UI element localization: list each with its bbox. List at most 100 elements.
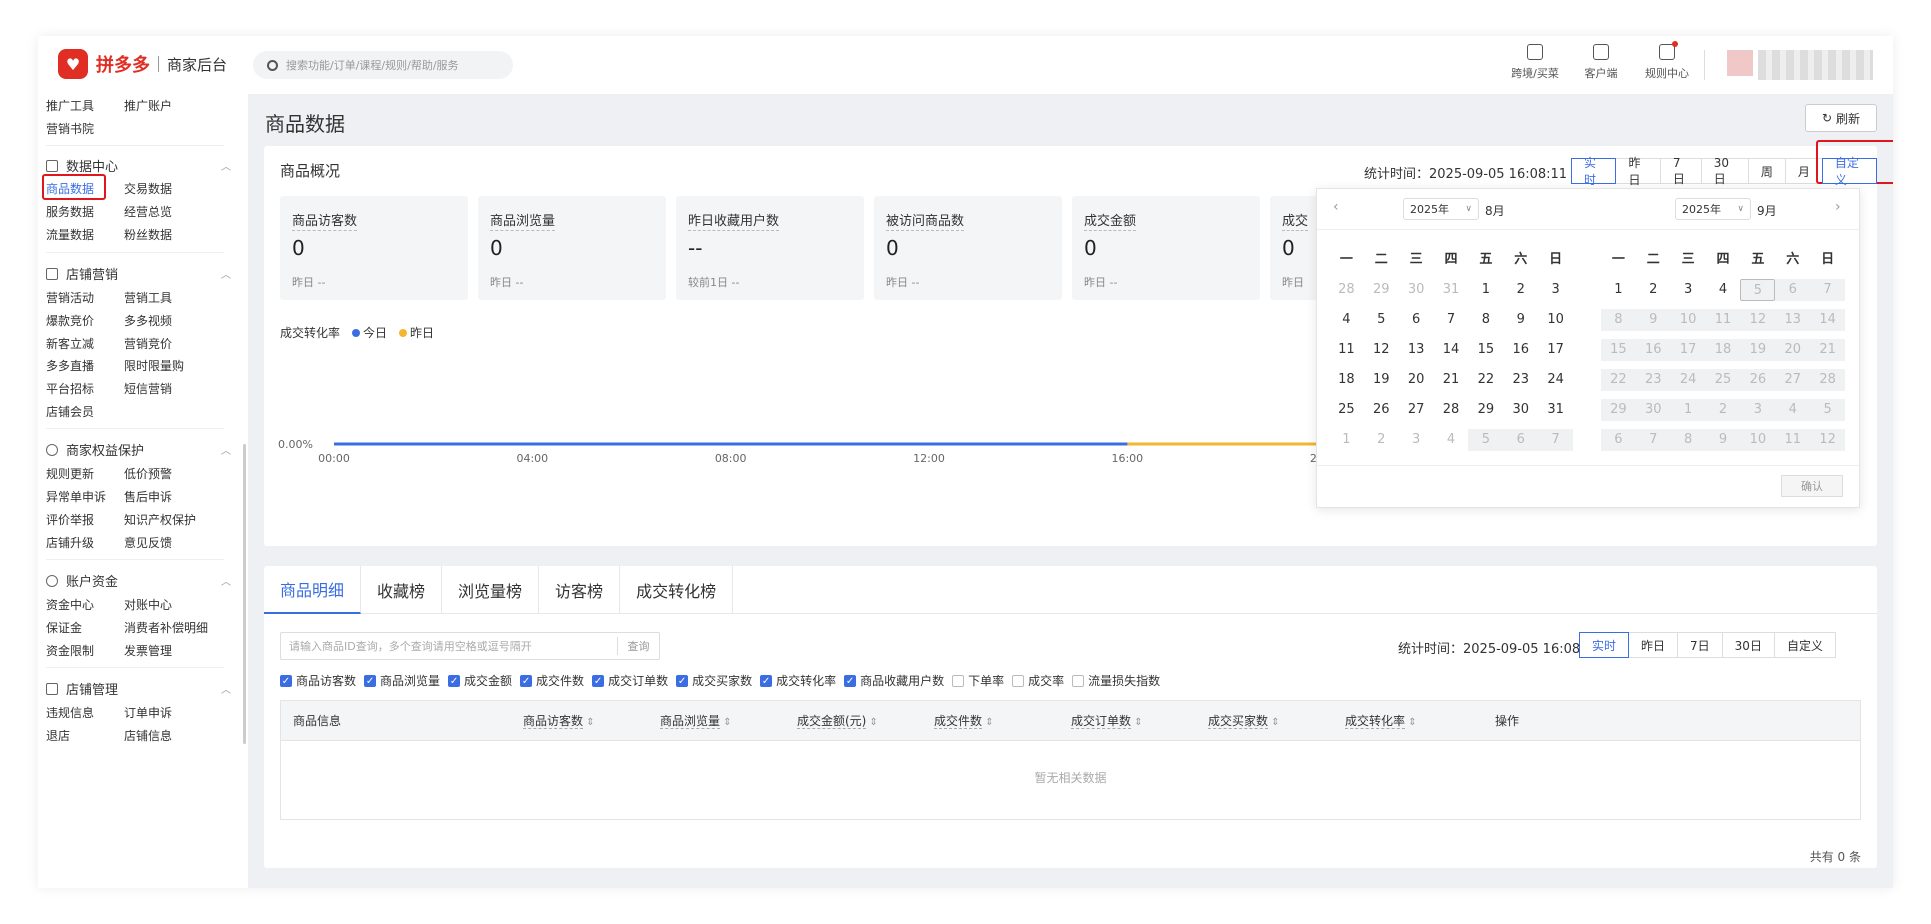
sidebar-item[interactable]: 意见反馈 bbox=[124, 534, 172, 551]
range-custom[interactable]: 自定义 bbox=[1773, 632, 1836, 658]
global-search-input[interactable]: 搜索功能/订单/课程/规则/帮助/服务 bbox=[253, 51, 513, 79]
refresh-button[interactable]: ↻ 刷新 bbox=[1805, 104, 1877, 132]
calendar-day[interactable]: 30 bbox=[1503, 399, 1538, 421]
calendar-day[interactable]: 5 bbox=[1468, 429, 1504, 451]
sidebar-item[interactable]: 多多视频 bbox=[124, 312, 172, 329]
calendar-day[interactable]: 31 bbox=[1434, 279, 1469, 301]
calendar-day[interactable]: 3 bbox=[1740, 399, 1776, 421]
range-30d[interactable]: 30日 bbox=[1700, 156, 1749, 186]
calendar-day[interactable]: 29 bbox=[1601, 399, 1636, 421]
calendar-day[interactable]: 8 bbox=[1670, 429, 1706, 451]
sidebar-section-rights[interactable]: 商家权益保护 bbox=[46, 440, 144, 459]
sidebar-item[interactable]: 交易数据 bbox=[124, 180, 172, 197]
range-7d[interactable]: 7日 bbox=[1677, 632, 1723, 658]
column-header[interactable]: 成交件数 ⇕ bbox=[922, 712, 1059, 729]
calendar-day[interactable]: 16 bbox=[1635, 339, 1671, 361]
calendar-day[interactable]: 6 bbox=[1503, 429, 1539, 451]
chevron-up-icon[interactable]: ︿ bbox=[221, 442, 231, 457]
sidebar-item[interactable]: 资金中心 bbox=[46, 596, 94, 613]
calendar-day[interactable]: 1 bbox=[1670, 399, 1706, 421]
sidebar-item[interactable]: 发票管理 bbox=[124, 642, 172, 659]
calendar-day[interactable]: 31 bbox=[1538, 399, 1573, 421]
calendar-day[interactable]: 3 bbox=[1671, 279, 1706, 301]
metric-card[interactable]: 商品访客数 0 昨日 -- bbox=[280, 196, 468, 300]
calendar-day[interactable]: 2 bbox=[1503, 279, 1538, 301]
calendar-day[interactable]: 24 bbox=[1670, 369, 1706, 391]
metric-checkbox[interactable]: ✓ 成交件数 bbox=[520, 672, 584, 689]
calendar-day[interactable]: 14 bbox=[1810, 309, 1846, 331]
calendar-day[interactable]: 12 bbox=[1740, 309, 1776, 331]
calendar-day[interactable]: 9 bbox=[1635, 309, 1671, 331]
calendar-day[interactable]: 22 bbox=[1601, 369, 1636, 391]
calendar-day[interactable]: 2 bbox=[1636, 279, 1671, 301]
sidebar-item[interactable]: 违规信息 bbox=[46, 704, 94, 721]
sidebar-item[interactable]: 评价举报 bbox=[46, 511, 94, 528]
calendar-day[interactable]: 1 bbox=[1601, 279, 1636, 301]
left-year-select[interactable]: 2025年 ∨ bbox=[1403, 198, 1479, 220]
sidebar-item[interactable]: 短信营销 bbox=[124, 380, 172, 397]
tab-goods-detail[interactable]: 商品明细 bbox=[264, 566, 362, 614]
range-realtime[interactable]: 实时 bbox=[1579, 632, 1630, 658]
calendar-day[interactable]: 23 bbox=[1635, 369, 1671, 391]
sidebar-item[interactable]: 规则更新 bbox=[46, 465, 94, 482]
sidebar-item[interactable]: 资金限制 bbox=[46, 642, 94, 659]
sidebar-item[interactable]: 订单申诉 bbox=[124, 704, 172, 721]
tab-visitors[interactable]: 访客榜 bbox=[539, 566, 621, 614]
metric-checkbox[interactable]: ✓ 成交买家数 bbox=[676, 672, 752, 689]
next-month-icon[interactable]: › bbox=[1835, 199, 1841, 215]
calendar-day[interactable]: 4 bbox=[1434, 429, 1469, 451]
calendar-day[interactable]: 1 bbox=[1468, 279, 1503, 301]
metric-checkbox[interactable]: ✓ 商品访客数 bbox=[280, 672, 356, 689]
calendar-day[interactable]: 1 bbox=[1329, 429, 1364, 451]
sidebar-item[interactable]: 粉丝数据 bbox=[124, 226, 172, 243]
calendar-day[interactable]: 4 bbox=[1775, 399, 1811, 421]
sidebar-item[interactable]: 退店 bbox=[46, 727, 70, 744]
calendar-day[interactable]: 2 bbox=[1705, 399, 1741, 421]
sidebar-item[interactable]: 营销竞价 bbox=[124, 335, 172, 352]
calendar-day[interactable]: 11 bbox=[1705, 309, 1741, 331]
calendar-day[interactable]: 4 bbox=[1329, 309, 1364, 331]
calendar-day[interactable]: 7 bbox=[1635, 429, 1671, 451]
sidebar-section-data-center[interactable]: 数据中心 bbox=[46, 156, 118, 175]
sidebar-scrollbar[interactable] bbox=[243, 444, 246, 744]
sidebar-item[interactable]: 推广工具 bbox=[46, 97, 94, 114]
sort-icon[interactable]: ⇕ bbox=[1405, 717, 1416, 728]
metric-card[interactable]: 昨日收藏用户数 -- 较前1日 -- bbox=[676, 196, 864, 300]
sidebar-item[interactable]: 流量数据 bbox=[46, 226, 94, 243]
calendar-day[interactable]: 5 bbox=[1810, 399, 1846, 421]
calendar-day[interactable]: 29 bbox=[1468, 399, 1503, 421]
range-7d[interactable]: 7日 bbox=[1659, 156, 1702, 186]
calendar-day[interactable]: 16 bbox=[1503, 339, 1538, 361]
sidebar-item[interactable]: 爆款竞价 bbox=[46, 312, 94, 329]
calendar-day[interactable]: 19 bbox=[1740, 339, 1776, 361]
right-year-select[interactable]: 2025年 ∨ bbox=[1675, 198, 1751, 220]
calendar-day[interactable]: 6 bbox=[1399, 309, 1434, 331]
calendar-day[interactable]: 24 bbox=[1538, 369, 1573, 391]
calendar-day[interactable]: 13 bbox=[1775, 309, 1811, 331]
sort-icon[interactable]: ⇕ bbox=[866, 717, 878, 728]
range-realtime[interactable]: 实时 bbox=[1571, 156, 1617, 187]
chevron-up-icon[interactable]: ︿ bbox=[221, 158, 231, 173]
calendar-day[interactable]: 26 bbox=[1740, 369, 1776, 391]
sort-icon[interactable]: ⇕ bbox=[720, 717, 731, 728]
metric-checkbox[interactable]: ✓ 商品浏览量 bbox=[364, 672, 440, 689]
calendar-day[interactable]: 11 bbox=[1329, 339, 1364, 361]
calendar-day[interactable]: 30 bbox=[1635, 399, 1671, 421]
sidebar-item[interactable]: 经营总览 bbox=[124, 203, 172, 220]
range-custom[interactable]: 自定义 bbox=[1821, 156, 1878, 187]
calendar-day[interactable]: 6 bbox=[1775, 279, 1811, 301]
column-header[interactable]: 商品浏览量 ⇕ bbox=[648, 712, 785, 729]
column-header[interactable]: 成交金额(元) ⇕ bbox=[785, 712, 922, 729]
calendar-day[interactable]: 28 bbox=[1434, 399, 1469, 421]
tab-favorites[interactable]: 收藏榜 bbox=[361, 566, 443, 614]
sidebar-item[interactable]: 店铺升级 bbox=[46, 534, 94, 551]
calendar-day[interactable]: 28 bbox=[1810, 369, 1846, 391]
calendar-day[interactable]: 13 bbox=[1399, 339, 1434, 361]
calendar-day[interactable]: 15 bbox=[1468, 339, 1503, 361]
sort-icon[interactable]: ⇕ bbox=[583, 717, 594, 728]
sidebar-item[interactable]: 多多直播 bbox=[46, 357, 94, 374]
column-header[interactable]: 商品访客数 ⇕ bbox=[511, 712, 648, 729]
calendar-day[interactable]: 7 bbox=[1538, 429, 1574, 451]
metric-checkbox[interactable]: ✓ 商品收藏用户数 bbox=[844, 672, 944, 689]
avatar[interactable] bbox=[1727, 50, 1753, 76]
